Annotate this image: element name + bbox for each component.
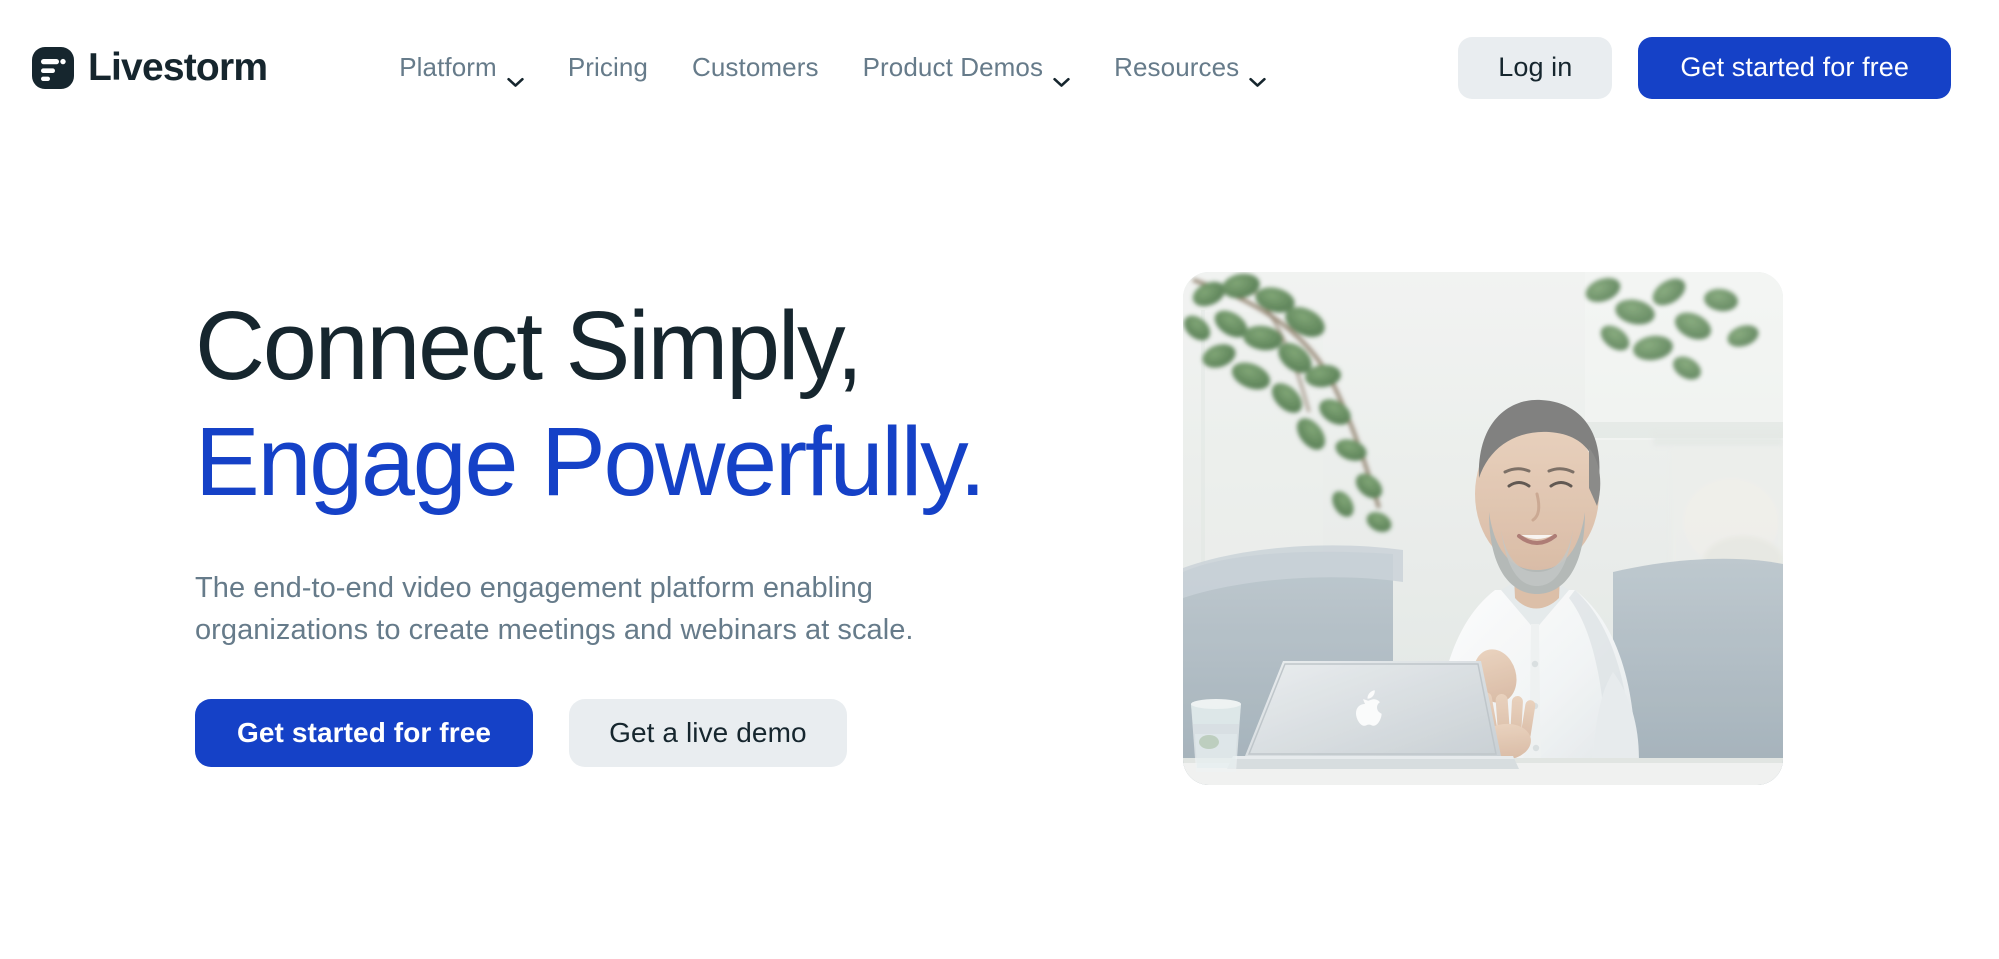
nav-item-label: Pricing bbox=[567, 52, 648, 82]
hero-live-demo-button[interactable]: Get a live demo bbox=[569, 699, 847, 768]
chevron-down-icon bbox=[1249, 64, 1266, 87]
nav-item-pricing[interactable]: Pricing bbox=[546, 42, 670, 93]
nav-item-label: Resources bbox=[1114, 52, 1240, 82]
nav-item-label: Platform bbox=[399, 52, 497, 82]
nav-item-platform[interactable]: Platform bbox=[377, 42, 546, 93]
hero-title: Connect Simply, Engage Powerfully. bbox=[195, 288, 1095, 521]
hero-get-started-button[interactable]: Get started for free bbox=[195, 699, 534, 768]
hero-image bbox=[1183, 272, 1783, 785]
hero-cta-group: Get started for free Get a live demo bbox=[195, 699, 1095, 768]
livestorm-logo-icon bbox=[32, 46, 74, 89]
hero-title-line-2: Engage Powerfully. bbox=[195, 407, 986, 517]
landing-page: Livestorm Platform Pricing Customers Pro… bbox=[0, 0, 1999, 959]
hero-title-line-1: Connect Simply, bbox=[195, 291, 863, 400]
hero-photo-illustration bbox=[1183, 272, 1783, 785]
brand-name: Livestorm bbox=[88, 46, 268, 89]
main-navigation: Platform Pricing Customers Product Demos bbox=[377, 42, 1458, 93]
brand-logo-link[interactable]: Livestorm bbox=[32, 46, 268, 89]
chevron-down-icon bbox=[1053, 64, 1070, 87]
header-actions: Log in Get started for free bbox=[1458, 36, 1951, 99]
site-header: Livestorm Platform Pricing Customers Pro… bbox=[0, 0, 1999, 135]
chevron-down-icon bbox=[507, 64, 524, 87]
hero-copy: Connect Simply, Engage Powerfully. The e… bbox=[195, 288, 1095, 768]
nav-item-product-demos[interactable]: Product Demos bbox=[841, 42, 1092, 93]
hero-section: Connect Simply, Engage Powerfully. The e… bbox=[0, 135, 1999, 959]
nav-item-label: Product Demos bbox=[862, 52, 1044, 82]
nav-item-label: Customers bbox=[692, 52, 819, 82]
signup-button[interactable]: Get started for free bbox=[1638, 36, 1951, 99]
login-button[interactable]: Log in bbox=[1458, 36, 1613, 99]
hero-subtitle: The end-to-end video engagement platform… bbox=[195, 571, 914, 647]
nav-item-customers[interactable]: Customers bbox=[670, 42, 841, 93]
nav-item-resources[interactable]: Resources bbox=[1092, 42, 1288, 93]
